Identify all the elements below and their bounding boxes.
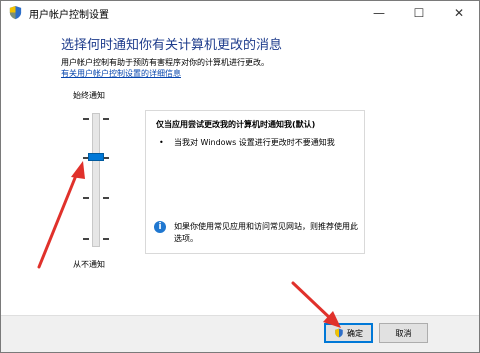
uac-settings-window: 用户帐户控制设置 — ☐ ✕ 选择何时通知你有关计算机更改的消息 用户帐户控制有…: [0, 0, 480, 353]
maximize-button[interactable]: ☐: [399, 1, 439, 25]
slider-tick: [103, 118, 109, 120]
uac-shield-icon: [335, 328, 343, 338]
recommendation-text: 如果你使用常见应用和访问常见网站，则推荐使用此选项。: [174, 222, 358, 243]
info-icon: i: [154, 221, 166, 233]
more-info-link[interactable]: 有关用户帐户控制设置的详细信息: [61, 68, 181, 79]
close-icon: ✕: [453, 6, 465, 20]
slider-tick: [83, 118, 89, 120]
level-title: 仅当应用尝试更改我的计算机时通知我(默认): [156, 120, 316, 129]
cancel-button-label: 取消: [395, 328, 412, 338]
slider-top-label: 始终通知: [73, 91, 105, 100]
uac-shield-icon: [9, 5, 22, 20]
close-button[interactable]: ✕: [439, 1, 479, 25]
annotation-arrow-slider: [37, 161, 85, 269]
page-title: 选择何时通知你有关计算机更改的消息: [61, 38, 283, 53]
slider-tick: [83, 238, 89, 240]
dialog-footer: 确定 取消: [1, 315, 479, 352]
slider-bottom-label: 从不通知: [73, 260, 105, 269]
slider-thumb[interactable]: [88, 153, 104, 161]
slider-track[interactable]: [92, 113, 100, 247]
minimize-button[interactable]: —: [359, 1, 399, 25]
description-text: 用户帐户控制有助于预防有害程序对你的计算机进行更改。: [61, 58, 269, 67]
minimize-icon: —: [373, 6, 385, 20]
title-bar: 用户帐户控制设置 — ☐ ✕: [1, 1, 479, 25]
ok-button-label: 确定: [347, 328, 363, 338]
window-title: 用户帐户控制设置: [29, 10, 109, 21]
cancel-button[interactable]: 取消: [379, 323, 428, 343]
level-description-panel: 仅当应用尝试更改我的计算机时通知我(默认) • 当我对 Windows 设置进行…: [145, 110, 365, 254]
bullet-icon: •: [159, 138, 164, 147]
slider-tick: [83, 197, 89, 199]
slider-tick: [103, 238, 109, 240]
slider-tick: [103, 197, 109, 199]
level-detail: 当我对 Windows 设置进行更改时不要通知我: [174, 138, 335, 147]
maximize-icon: ☐: [413, 6, 425, 20]
ok-button[interactable]: 确定: [324, 323, 373, 343]
